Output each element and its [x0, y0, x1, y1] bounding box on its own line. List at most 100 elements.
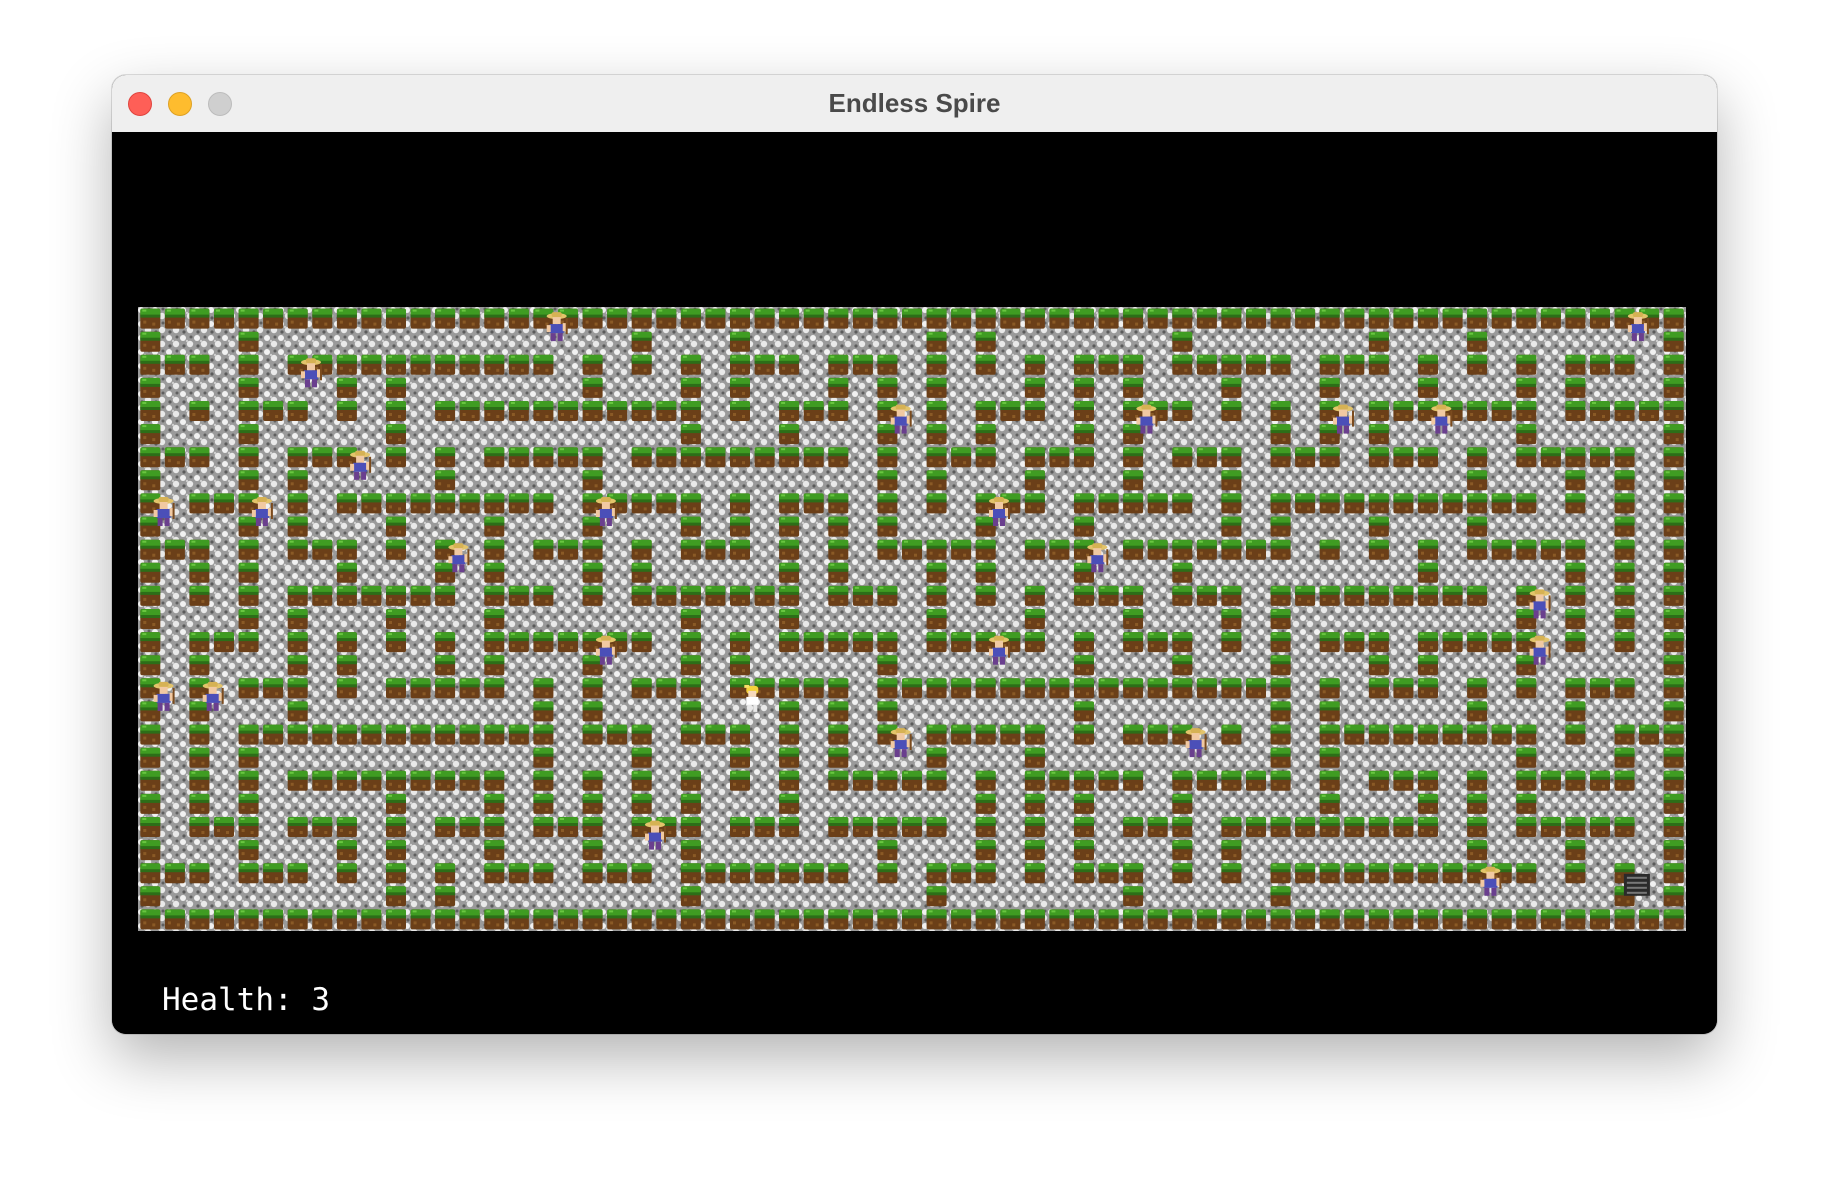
wall-block [1074, 724, 1094, 745]
wall-block [484, 585, 505, 606]
wall-block [1024, 724, 1045, 745]
wall-block [828, 401, 849, 421]
wall-block [1418, 585, 1438, 606]
wall-block [1074, 840, 1094, 861]
wall-block [680, 724, 701, 745]
wall-block [1024, 770, 1045, 791]
wall-block [1467, 331, 1488, 352]
wall-block [1516, 793, 1537, 814]
wall-block [508, 354, 529, 375]
wall-block [1172, 331, 1193, 352]
wall-block [1393, 770, 1414, 791]
wall-block [828, 354, 849, 375]
wall-block [1663, 793, 1684, 814]
wall-block [238, 447, 259, 468]
wall-block [680, 632, 701, 653]
wall-block [1516, 909, 1537, 930]
wall-block [1098, 585, 1119, 606]
wall-block [1319, 424, 1340, 445]
wall-block [361, 585, 382, 606]
wall-block [1172, 539, 1193, 560]
wall-block [1221, 863, 1242, 884]
wall-block [1221, 516, 1242, 537]
wall-block [1368, 539, 1389, 560]
wall-block [1368, 331, 1389, 352]
wall-block [779, 401, 800, 421]
wall-block [484, 678, 505, 699]
wall-block [238, 585, 259, 606]
wall-block [582, 377, 603, 398]
wall-block [361, 354, 382, 375]
health-display: Health: 3 [162, 982, 330, 1018]
wall-block [680, 678, 701, 699]
wall-block [730, 516, 750, 537]
wall-block [484, 562, 505, 583]
wall-block [1024, 377, 1045, 398]
wall-block [975, 724, 996, 745]
wall-block [164, 909, 185, 930]
wall-block [1270, 516, 1291, 537]
wall-block [1467, 539, 1488, 560]
wall-block [1368, 516, 1389, 537]
wall-block [386, 909, 406, 930]
wall-block [1491, 909, 1512, 930]
wall-block [779, 817, 800, 837]
wall-block [582, 701, 603, 722]
wall-block [1565, 493, 1586, 514]
wall-block [926, 678, 947, 699]
wall-block [975, 331, 996, 352]
wall-block [484, 909, 505, 930]
wall-block [140, 840, 161, 861]
wall-block [1393, 863, 1414, 884]
wall-block [1393, 308, 1414, 329]
wall-block [975, 793, 996, 814]
wall-block [1172, 585, 1193, 606]
wall-block [1049, 909, 1070, 930]
wall-block [1418, 678, 1438, 699]
wall-block [1221, 401, 1242, 421]
wall-block [1442, 724, 1463, 745]
wall-block [1270, 493, 1291, 514]
health-label: Health: [162, 982, 293, 1018]
wall-block [1565, 909, 1586, 930]
wall-block [1467, 493, 1488, 514]
wall-block [1368, 354, 1389, 375]
wall-block [852, 770, 873, 791]
wall-block [877, 447, 898, 468]
wall-block [877, 632, 898, 653]
wall-block [1074, 516, 1094, 537]
wall-block [779, 354, 800, 375]
wall-block [877, 840, 898, 861]
wall-block [484, 493, 505, 514]
wall-block [1319, 308, 1340, 329]
wall-block [533, 678, 554, 699]
wall-block [730, 863, 750, 884]
wall-block [1319, 377, 1340, 398]
wall-block [238, 909, 259, 930]
wall-block [1393, 678, 1414, 699]
game-viewport[interactable]: Health: 3 [112, 132, 1717, 1034]
wall-block [1344, 354, 1365, 375]
wall-block [1442, 585, 1463, 606]
wall-block [435, 447, 456, 468]
wall-block [386, 632, 406, 653]
wall-block [1172, 678, 1193, 699]
wall-block [1565, 609, 1586, 629]
wall-block [484, 770, 505, 791]
wall-block [1467, 516, 1488, 537]
wall-block [435, 770, 456, 791]
wall-block [828, 585, 849, 606]
wall-block [410, 585, 431, 606]
wall-block [803, 863, 824, 884]
wall-block [877, 539, 898, 560]
wall-block [779, 424, 800, 445]
title-bar[interactable]: Endless Spire [112, 75, 1717, 133]
wall-block [1000, 401, 1021, 421]
wall-block [951, 678, 972, 699]
wall-block [877, 770, 898, 791]
wall-block [189, 401, 210, 421]
wall-block [680, 308, 701, 329]
maze-board[interactable] [138, 307, 1686, 931]
wall-block [1123, 470, 1144, 491]
wall-block [1639, 724, 1660, 745]
